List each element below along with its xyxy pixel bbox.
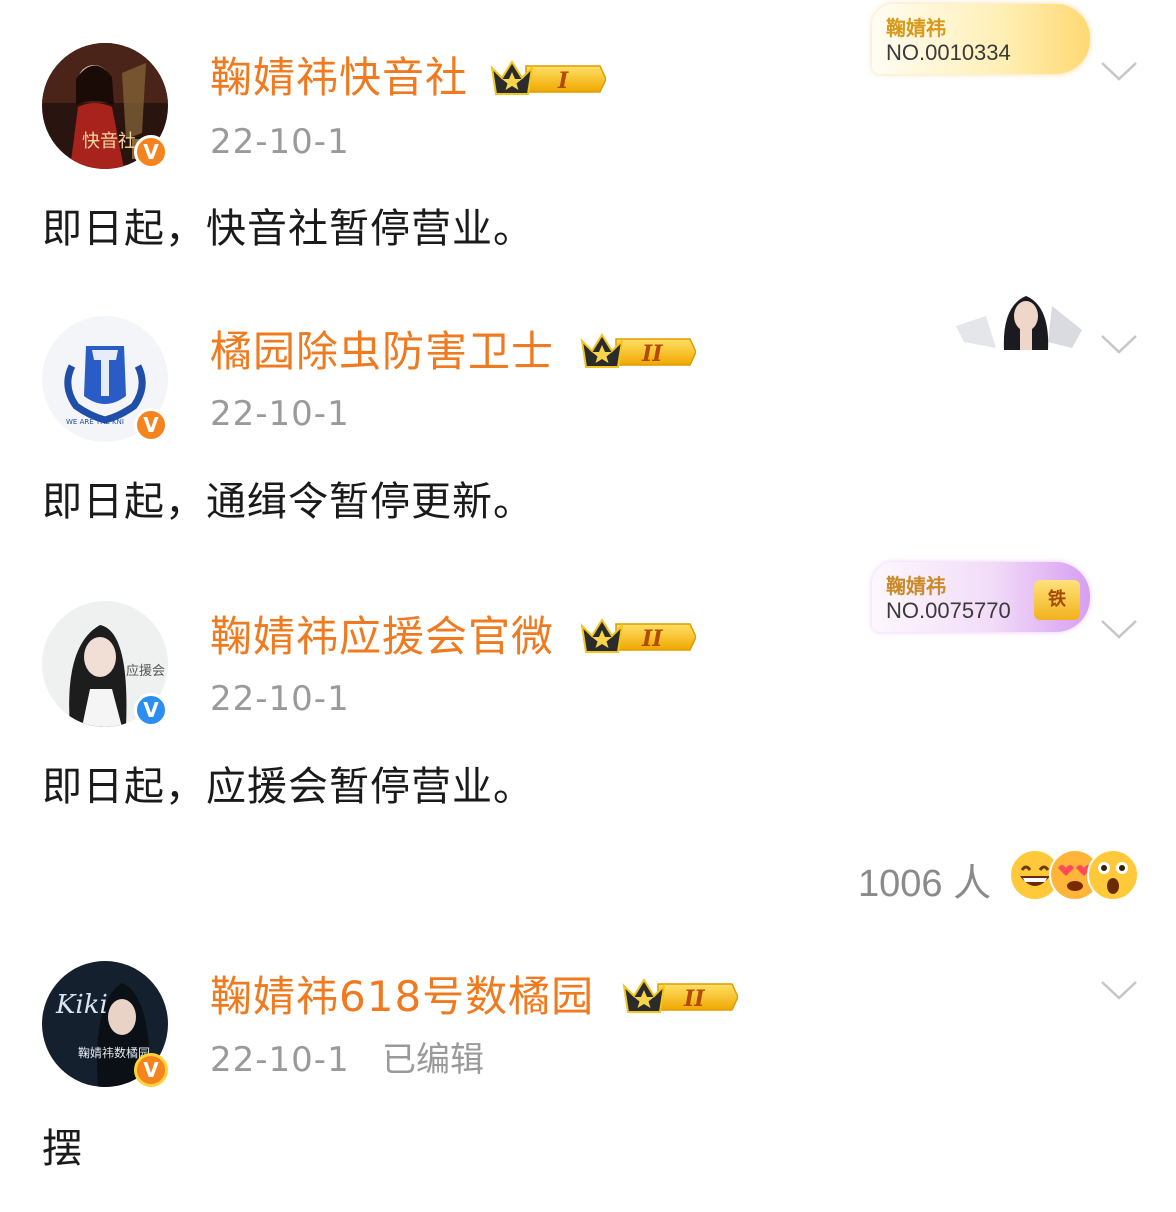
fan-card-number: NO.0075770 <box>886 598 1011 623</box>
reaction-count: 1006 人 <box>858 863 992 905</box>
verified-badge-icon: V <box>134 135 168 169</box>
chevron-down-icon[interactable] <box>1100 333 1138 355</box>
comment-text: 摆 <box>42 1126 83 1172</box>
fan-card-name: 鞠婧祎 <box>886 16 946 40</box>
chevron-down-icon[interactable] <box>1100 979 1138 1001</box>
username[interactable]: 鞠婧祎618号数橘园 <box>210 969 594 1025</box>
comment-date: 22-10-1 <box>210 122 350 162</box>
verified-badge-icon: V <box>134 1053 168 1087</box>
username[interactable]: 鞠婧祎快音社 <box>210 50 468 106</box>
comment-text: 即日起，通缉令暂停更新。 <box>42 479 534 525</box>
avatar-caption: WE ARE THE KNI <box>66 418 124 426</box>
fan-card-badge[interactable]: 鞠婧祎 NO.0010334 <box>872 4 1090 74</box>
fan-level-crown-icon[interactable]: II <box>578 331 696 373</box>
fan-level-crown-icon[interactable]: II <box>620 976 738 1018</box>
avatar[interactable]: WE ARE THE KNI V <box>42 316 168 442</box>
chevron-down-icon[interactable] <box>1100 60 1138 82</box>
fan-level-text: II <box>641 341 663 367</box>
fan-level-crown-icon[interactable]: I <box>488 58 606 100</box>
edited-label: 已编辑 <box>382 1040 484 1080</box>
surprised-emoji <box>1087 849 1139 901</box>
verified-badge-icon: V <box>134 408 168 442</box>
fan-card-name: 鞠婧祎 <box>886 574 946 598</box>
fan-card-number: NO.0010334 <box>886 40 1011 65</box>
comment-text: 即日起，快音社暂停营业。 <box>42 206 534 252</box>
comment-text: 即日起，应援会暂停营业。 <box>42 764 534 810</box>
fan-card-badge[interactable]: 鞠婧祎 NO.0075770 铁 <box>872 562 1090 632</box>
avatar-logo: Kiki <box>55 990 108 1020</box>
fan-level-text: I <box>557 68 569 94</box>
avatar[interactable]: 应援会 V <box>42 601 168 727</box>
fan-level-text: II <box>683 986 705 1012</box>
fan-level-text: II <box>641 626 663 652</box>
avatar-caption: 快音社 <box>82 131 136 152</box>
avatar[interactable]: Kiki 鞠婧祎数橘园 V <box>42 961 168 1087</box>
comment-date: 22-10-1 <box>210 1040 350 1080</box>
decoration-portrait-icon <box>956 296 1082 350</box>
comment-date: 22-10-1 <box>210 394 350 434</box>
username[interactable]: 橘园除虫防害卫士 <box>210 324 554 380</box>
comment-date: 22-10-1 <box>210 679 350 719</box>
chevron-down-icon[interactable] <box>1100 618 1138 640</box>
avatar[interactable]: 快音社 V <box>42 43 168 169</box>
verified-badge-icon: V <box>134 693 168 727</box>
username[interactable]: 鞠婧祎应援会官微 <box>210 609 554 665</box>
avatar-caption: 应援会 <box>126 663 165 679</box>
fan-card-rank-text: 铁 <box>1048 589 1066 610</box>
fan-level-crown-icon[interactable]: II <box>578 616 696 658</box>
fan-card-rank-icon: 铁 <box>1034 580 1080 620</box>
